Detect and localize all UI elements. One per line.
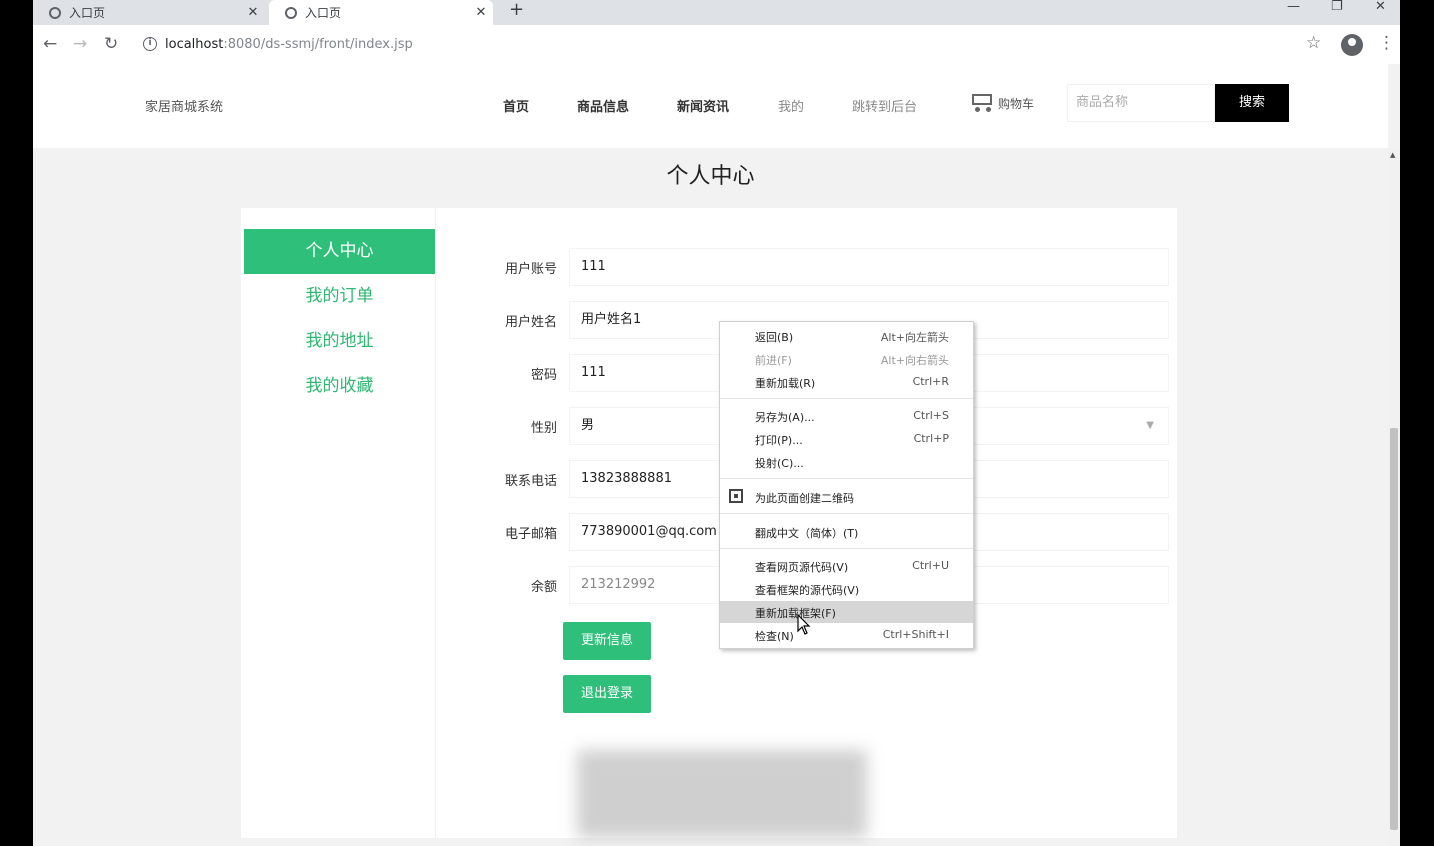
menu-separator — [720, 478, 973, 479]
side-item-address[interactable]: 我的地址 — [244, 319, 435, 364]
logout-button[interactable]: 退出登录 — [563, 675, 651, 713]
tab-strip: 入口页 ✕ 入口页 ✕ + — ❐ ✕ — [33, 0, 1400, 25]
ctx-back[interactable]: 返回(B) Alt+向左箭头 — [720, 325, 973, 347]
menu-separator — [720, 513, 973, 514]
divider — [435, 208, 436, 838]
new-tab-button[interactable]: + — [509, 0, 524, 20]
browser-toolbar: ← → ↻ i localhost:8080/ds-ssmj/front/ind… — [33, 25, 1400, 64]
desktop-screen: 入口页 ✕ 入口页 ✕ + — ❐ ✕ ← → ↻ i localhost:80… — [0, 0, 1434, 846]
context-menu: 返回(B) Alt+向左箭头 前进(F) Alt+向右箭头 重新加载(R) Ctrl+… — [719, 321, 974, 649]
ctx-cast[interactable]: 投射(C)... — [720, 451, 973, 473]
globe-icon — [49, 6, 61, 19]
page-viewport: 家居商城系统 首页 商品信息 新闻资讯 我的 跳转到后台 购物车 商品名称 搜索… — [33, 64, 1400, 846]
tab-title: 入口页 — [305, 6, 342, 20]
side-item-profile[interactable]: 个人中心 — [244, 229, 435, 274]
update-info-button[interactable]: 更新信息 — [563, 622, 651, 660]
url-text: localhost:8080/ds-ssmj/front/index.jsp — [165, 36, 413, 52]
scrollbar[interactable]: ▲ — [1388, 148, 1400, 846]
field-label: 用户账号 — [504, 262, 557, 277]
ctx-translate[interactable]: 翻成中文（简体）(T) — [720, 521, 973, 543]
star-icon[interactable]: ☆ — [1306, 33, 1321, 53]
back-arrow-icon[interactable]: ← — [43, 33, 57, 55]
scroll-thumb[interactable] — [1390, 428, 1398, 830]
site-title: 家居商城系统 — [145, 100, 224, 115]
blurred-region — [577, 750, 867, 838]
close-icon[interactable]: ✕ — [469, 5, 493, 20]
ctx-qr-code[interactable]: 为此页面创建二维码 — [720, 486, 973, 508]
ctx-print[interactable]: 打印(P)... Ctrl+P — [720, 428, 973, 450]
forward-arrow-icon[interactable]: → — [73, 33, 87, 55]
qr-code-icon — [729, 489, 743, 503]
search-input[interactable]: 商品名称 — [1067, 84, 1215, 122]
profile-panel: 个人中心 我的订单 我的地址 我的收藏 用户账号 111 用户姓名 用户姓名1 … — [241, 208, 1177, 838]
cart-label: 购物车 — [998, 97, 1035, 111]
address-bar[interactable]: i localhost:8080/ds-ssmj/front/index.jsp — [135, 31, 1325, 57]
menu-separator — [720, 398, 973, 399]
menu-separator — [720, 548, 973, 549]
page-title: 个人中心 — [666, 164, 755, 189]
search-button[interactable]: 搜索 — [1215, 84, 1289, 122]
minimize-button[interactable]: — — [1287, 0, 1300, 14]
account-field[interactable]: 111 — [569, 248, 1169, 286]
menu-dots-icon[interactable]: ⋮ — [1378, 33, 1395, 53]
field-label: 电子邮箱 — [504, 527, 557, 542]
form-row-account: 用户账号 111 — [481, 248, 1169, 286]
site-header: 家居商城系统 首页 商品信息 新闻资讯 我的 跳转到后台 购物车 商品名称 搜索 — [33, 64, 1388, 148]
nav-news[interactable]: 新闻资讯 — [677, 96, 729, 115]
info-icon[interactable]: i — [143, 37, 157, 51]
nav-admin[interactable]: 跳转到后台 — [852, 96, 917, 115]
gender-value: 男 — [581, 418, 595, 433]
field-label: 性别 — [530, 421, 557, 436]
globe-icon — [285, 6, 297, 19]
cart-icon — [967, 90, 995, 112]
ctx-view-frame-source[interactable]: 查看框架的源代码(V) — [720, 578, 973, 600]
profile-icon[interactable] — [1341, 34, 1363, 56]
close-icon[interactable]: ✕ — [241, 5, 265, 20]
ctx-inspect[interactable]: 检查(N) Ctrl+Shift+I — [720, 624, 973, 646]
tab-title: 入口页 — [69, 6, 106, 20]
ctx-forward[interactable]: 前进(F) Alt+向右箭头 — [720, 348, 973, 370]
field-label: 联系电话 — [504, 474, 557, 489]
ctx-reload-frame[interactable]: 重新加载框架(F) — [720, 601, 973, 623]
field-label: 余额 — [530, 580, 557, 595]
scroll-up-icon[interactable]: ▲ — [1390, 151, 1395, 159]
browser-chrome: 入口页 ✕ 入口页 ✕ + — ❐ ✕ ← → ↻ i localhost:80… — [33, 0, 1400, 64]
side-item-orders[interactable]: 我的订单 — [244, 274, 435, 319]
chevron-down-icon: ▼ — [1146, 420, 1154, 431]
close-window-button[interactable]: ✕ — [1375, 0, 1386, 14]
tab-active[interactable]: 入口页 ✕ — [269, 0, 493, 25]
side-item-favorites[interactable]: 我的收藏 — [244, 364, 435, 409]
ctx-view-source[interactable]: 查看网页源代码(V) Ctrl+U — [720, 555, 973, 577]
nav-mine[interactable]: 我的 — [778, 96, 804, 115]
nav-products[interactable]: 商品信息 — [577, 96, 629, 115]
nav-home[interactable]: 首页 — [503, 96, 529, 115]
cart-link[interactable]: 购物车 — [967, 90, 1034, 112]
restore-button[interactable]: ❐ — [1331, 0, 1343, 14]
reload-icon[interactable]: ↻ — [104, 33, 118, 55]
ctx-reload[interactable]: 重新加载(R) Ctrl+R — [720, 371, 973, 393]
tab-inactive[interactable]: 入口页 ✕ — [33, 0, 265, 25]
side-menu: 个人中心 我的订单 我的地址 我的收藏 — [244, 229, 435, 409]
ctx-save-as[interactable]: 另存为(A)... Ctrl+S — [720, 405, 973, 427]
field-label: 密码 — [530, 368, 557, 383]
field-label: 用户姓名 — [504, 315, 557, 330]
